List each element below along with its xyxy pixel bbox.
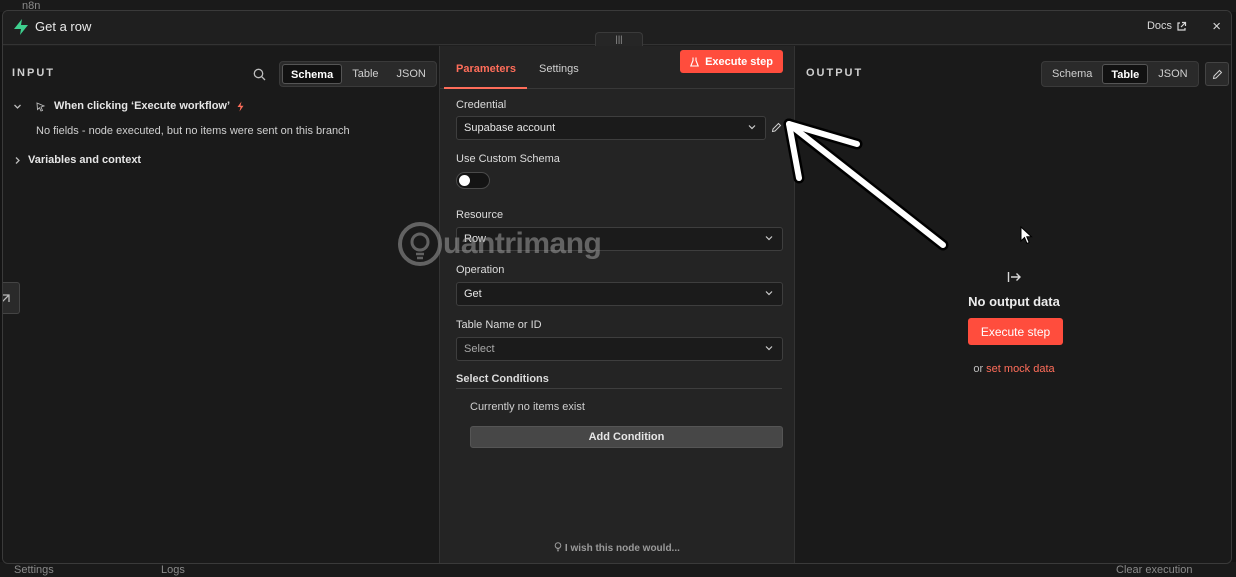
chevron-down-icon xyxy=(765,346,773,351)
input-panel-label: INPUT xyxy=(12,67,55,79)
output-panel-label: OUTPUT xyxy=(806,67,864,79)
docs-label: Docs xyxy=(1146,20,1172,32)
output-execute-step-button[interactable]: Execute step xyxy=(968,318,1063,345)
edit-output-button[interactable] xyxy=(1205,62,1229,86)
output-tab-table[interactable]: Table xyxy=(1102,64,1149,84)
output-tab-schema[interactable]: Schema xyxy=(1044,64,1100,84)
add-condition-button[interactable]: Add Condition xyxy=(470,426,783,448)
execute-step-label: Execute step xyxy=(705,55,773,68)
tab-parameters[interactable]: Parameters xyxy=(456,63,516,75)
mock-data-row: or set mock data xyxy=(795,363,1231,375)
lightbulb-icon xyxy=(554,542,562,552)
arrow-up-left-icon xyxy=(3,294,10,302)
external-link-icon xyxy=(1177,21,1187,31)
active-tab-indicator xyxy=(444,87,527,89)
node-details-modal: Get a row Docs × INPUT Schema Table JSON… xyxy=(2,10,1232,564)
select-conditions-label: Select Conditions xyxy=(456,373,549,385)
set-mock-data-link[interactable]: set mock data xyxy=(986,363,1054,375)
background-logs: Logs xyxy=(161,564,185,576)
lightning-icon xyxy=(237,101,244,111)
trigger-node-row[interactable]: When clicking ‘Execute workflow’ xyxy=(13,100,245,112)
custom-schema-toggle[interactable] xyxy=(456,172,490,189)
table-name-select[interactable]: Select xyxy=(456,337,783,361)
supabase-logo-icon xyxy=(14,19,28,35)
parameters-tabs: Parameters Settings Execute step xyxy=(440,46,794,89)
operation-value: Get xyxy=(464,288,482,300)
search-icon[interactable] xyxy=(253,68,266,81)
operation-select[interactable]: Get xyxy=(456,282,783,306)
resource-label: Resource xyxy=(456,209,504,221)
output-tab-json[interactable]: JSON xyxy=(1150,64,1195,84)
variables-context-label: Variables and context xyxy=(28,154,142,166)
mouse-cursor-icon xyxy=(1020,226,1033,245)
watermark-logo-icon xyxy=(398,222,442,266)
conditions-divider xyxy=(456,388,782,389)
parameters-panel: ||| Parameters Settings Execute step Cre… xyxy=(440,32,795,563)
flask-icon xyxy=(690,57,700,67)
variables-context-row[interactable]: Variables and context xyxy=(13,154,141,166)
panel-drag-handle[interactable]: ||| xyxy=(595,32,643,46)
execute-step-button[interactable]: Execute step xyxy=(680,50,783,73)
collapse-sidebar-handle[interactable] xyxy=(3,282,20,314)
annotation-arrow-icon xyxy=(783,118,949,251)
table-name-label: Table Name or ID xyxy=(456,319,542,331)
input-tab-schema[interactable]: Schema xyxy=(282,64,343,84)
background-settings: Settings xyxy=(14,564,54,576)
table-name-placeholder: Select xyxy=(464,343,495,355)
input-tab-table[interactable]: Table xyxy=(344,64,386,84)
input-panel: INPUT Schema Table JSON When clicking ‘E… xyxy=(3,46,440,563)
chevron-down-icon xyxy=(765,236,773,241)
chevron-down-icon xyxy=(765,291,773,296)
background-app-footer: Settings Logs Clear execution xyxy=(0,562,1236,577)
input-view-switch: Schema Table JSON xyxy=(279,61,437,87)
feedback-link[interactable]: I wish this node would... xyxy=(440,542,794,554)
trigger-node-name: When clicking ‘Execute workflow’ xyxy=(54,100,231,112)
arrow-to-line-icon xyxy=(1007,272,1021,282)
credential-select[interactable]: Supabase account xyxy=(456,116,766,140)
watermark-text: uantrimang xyxy=(443,227,602,260)
chevron-down-icon[interactable] xyxy=(13,102,22,111)
conditions-empty-message: Currently no items exist xyxy=(470,401,585,413)
pencil-icon xyxy=(1212,69,1223,80)
close-icon[interactable]: × xyxy=(1212,18,1221,35)
chevron-down-icon xyxy=(748,125,756,130)
credential-value: Supabase account xyxy=(464,122,556,134)
output-view-switch: Schema Table JSON xyxy=(1041,61,1199,87)
toggle-knob xyxy=(459,175,470,186)
pointer-icon xyxy=(36,101,46,112)
chevron-right-icon[interactable] xyxy=(13,156,22,165)
no-fields-message: No fields - node executed, but no items … xyxy=(36,125,350,137)
feedback-label: I wish this node would... xyxy=(564,543,680,554)
no-output-title: No output data xyxy=(968,294,1060,309)
node-title: Get a row xyxy=(35,19,92,34)
background-clear-execution: Clear execution xyxy=(1116,564,1193,576)
watermark: uantrimang xyxy=(397,221,602,267)
credential-label: Credential xyxy=(456,99,507,111)
custom-schema-label: Use Custom Schema xyxy=(456,153,560,165)
tab-settings[interactable]: Settings xyxy=(539,63,579,75)
input-tab-json[interactable]: JSON xyxy=(389,64,434,84)
mock-prefix: or xyxy=(973,363,984,375)
docs-link[interactable]: Docs xyxy=(1147,20,1187,32)
